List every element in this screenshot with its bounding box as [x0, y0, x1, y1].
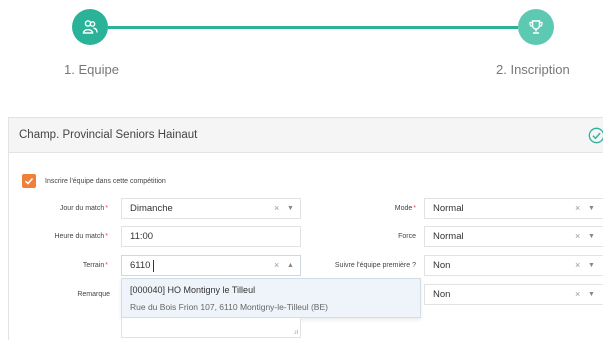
extra-select[interactable]: Non × ▼	[424, 284, 603, 305]
jour-value: Dimanche	[130, 203, 173, 214]
jour-label: Jour du match*	[59, 205, 108, 212]
enroll-row: Inscrire l'équipe dans cette compétition	[22, 174, 166, 188]
terrain-value: 6110	[130, 260, 151, 271]
text-cursor	[153, 260, 154, 272]
chevron-up-icon[interactable]: ▲	[287, 262, 294, 269]
chevron-down-icon[interactable]: ▼	[588, 205, 595, 212]
terrain-option-address[interactable]: Rue du Bois Frion 107, 6110 Montigny-le-…	[130, 302, 328, 312]
enroll-checkbox[interactable]	[22, 174, 36, 188]
chevron-down-icon[interactable]: ▼	[588, 262, 595, 269]
enroll-label: Inscrire l'équipe dans cette compétition	[45, 177, 166, 185]
team-icon	[82, 20, 98, 34]
stepper: 1. Equipe 2. Inscription	[0, 0, 603, 90]
extra-value: Non	[433, 289, 451, 300]
step-2-label: 2. Inscription	[496, 62, 570, 77]
card-header: Champ. Provincial Seniors Hainaut	[9, 118, 603, 153]
stepper-progress-line	[108, 26, 518, 29]
checkmark-icon	[24, 177, 34, 185]
force-label: Force	[398, 233, 416, 240]
terrain-select[interactable]: 6110 × ▲	[121, 255, 301, 276]
remarque-label: Remarque	[77, 291, 110, 298]
suivre-select[interactable]: Non × ▼	[424, 255, 603, 276]
card-title: Champ. Provincial Seniors Hainaut	[19, 129, 198, 141]
clear-icon[interactable]: ×	[274, 203, 279, 213]
step-1-label: 1. Equipe	[64, 62, 119, 77]
step-2-button[interactable]	[518, 9, 554, 45]
chevron-down-icon[interactable]: ▼	[588, 233, 595, 240]
jour-select[interactable]: Dimanche × ▼	[121, 198, 301, 219]
clear-icon[interactable]: ×	[575, 203, 580, 213]
clear-icon[interactable]: ×	[575, 260, 580, 270]
heure-label: Heure du match*	[54, 233, 108, 240]
clear-icon[interactable]: ×	[575, 231, 580, 241]
trophy-icon	[529, 20, 543, 34]
clear-icon[interactable]: ×	[274, 260, 279, 270]
force-select[interactable]: Normal × ▼	[424, 226, 603, 247]
resize-handle-icon[interactable]: .ıl	[293, 330, 298, 336]
heure-value: 11:00	[130, 231, 154, 242]
terrain-label: Terrain*	[82, 262, 108, 269]
suivre-value: Non	[433, 260, 451, 271]
clear-icon[interactable]: ×	[575, 289, 580, 299]
mode-value: Normal	[433, 203, 464, 214]
terrain-dropdown: [000040] HO Montigny le Tilleul Rue du B…	[121, 278, 421, 318]
heure-input[interactable]: 11:00	[121, 226, 301, 247]
step-1-button[interactable]	[72, 9, 108, 45]
chevron-down-icon[interactable]: ▼	[287, 205, 294, 212]
mode-label: Mode*	[394, 205, 416, 212]
force-value: Normal	[433, 231, 464, 242]
chevron-down-icon[interactable]: ▼	[588, 291, 595, 298]
check-circle-icon	[588, 127, 603, 144]
terrain-option-title[interactable]: [000040] HO Montigny le Tilleul	[130, 285, 255, 295]
mode-select[interactable]: Normal × ▼	[424, 198, 603, 219]
remarque-textarea[interactable]: .ıl	[121, 318, 301, 338]
suivre-label: Suivre l'équipe première ?	[334, 262, 416, 269]
